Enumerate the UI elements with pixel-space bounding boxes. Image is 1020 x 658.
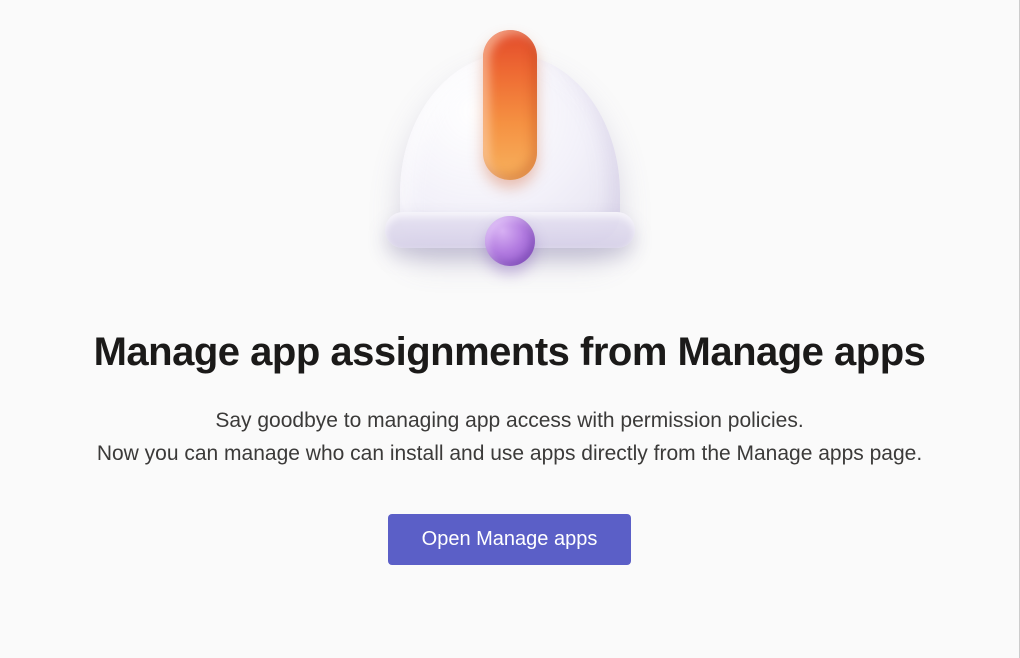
exclamation-bar bbox=[483, 30, 537, 180]
bell-exclamation-icon bbox=[370, 30, 650, 290]
open-manage-apps-button[interactable]: Open Manage apps bbox=[388, 514, 632, 565]
page-description: Say goodbye to managing app access with … bbox=[97, 405, 922, 470]
exclamation-dot bbox=[485, 216, 535, 266]
page-title: Manage app assignments from Manage apps bbox=[94, 330, 926, 375]
